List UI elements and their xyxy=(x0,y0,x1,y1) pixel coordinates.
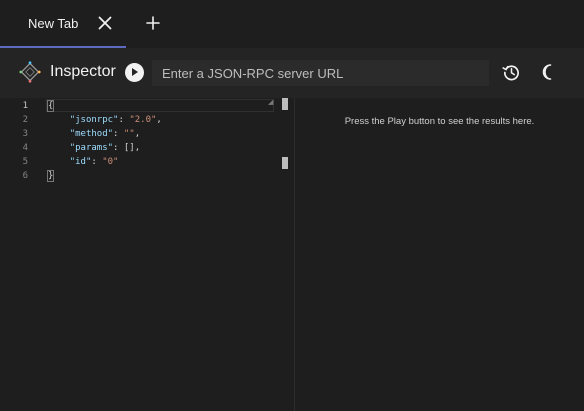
history-icon[interactable] xyxy=(502,63,521,82)
scrollbar-marker xyxy=(282,98,288,110)
code-token: , xyxy=(156,115,162,125)
line-number: 5 xyxy=(22,157,28,167)
close-icon[interactable] xyxy=(98,16,112,30)
tab-new-tab[interactable]: New Tab xyxy=(0,0,126,48)
code-token: : [], xyxy=(113,143,141,153)
code-token: "params" xyxy=(69,143,114,153)
code-line[interactable]: } xyxy=(46,169,55,183)
code-token: "" xyxy=(123,129,135,139)
tab-label: New Tab xyxy=(28,16,79,31)
results-panel: Press the Play button to see the results… xyxy=(295,98,584,411)
code-token: "0" xyxy=(102,157,119,167)
line-number: 4 xyxy=(22,143,28,153)
json-brace: { xyxy=(46,100,55,112)
editor-scrollbar[interactable] xyxy=(281,98,289,411)
code-line[interactable]: "params": [], xyxy=(48,141,140,155)
code-token: "method" xyxy=(69,129,114,139)
json-brace: } xyxy=(46,170,55,182)
code-token: , xyxy=(134,129,141,139)
code-token: : xyxy=(118,115,130,125)
results-hint: Press the Play button to see the results… xyxy=(344,116,535,127)
code-token: : xyxy=(113,129,124,139)
code-line[interactable]: { xyxy=(46,99,55,113)
code-line[interactable]: "id": "0" xyxy=(48,155,119,169)
code-token: : xyxy=(91,157,103,167)
fold-corner-icon: ◢ xyxy=(268,99,274,106)
line-number: 2 xyxy=(22,115,28,125)
line-number: 6 xyxy=(22,171,28,181)
tab-bar: New Tab xyxy=(0,0,584,48)
app-header: Inspector xyxy=(0,48,584,98)
line-number-gutter: 1 2 3 4 5 6 xyxy=(0,98,40,411)
inspector-logo-icon xyxy=(19,61,41,83)
code-token: "id" xyxy=(69,157,92,167)
code-token: "2.0" xyxy=(129,115,157,125)
code-line[interactable]: "jsonrpc": "2.0", xyxy=(48,113,162,127)
active-line-highlight xyxy=(46,99,274,112)
request-editor[interactable]: 1 2 3 4 5 6 ◢ { "jsonrpc": "2.0", "metho… xyxy=(0,98,295,411)
line-number: 1 xyxy=(22,101,28,111)
play-button[interactable] xyxy=(125,63,144,82)
moon-icon[interactable] xyxy=(540,63,558,81)
code-token: "jsonrpc" xyxy=(69,115,119,125)
line-number: 3 xyxy=(22,129,28,139)
scrollbar-marker xyxy=(282,157,288,169)
code-line[interactable]: "method": "", xyxy=(48,127,140,141)
server-url-input[interactable] xyxy=(152,60,489,86)
plus-icon[interactable] xyxy=(146,16,160,30)
app-title: Inspector xyxy=(50,63,116,80)
